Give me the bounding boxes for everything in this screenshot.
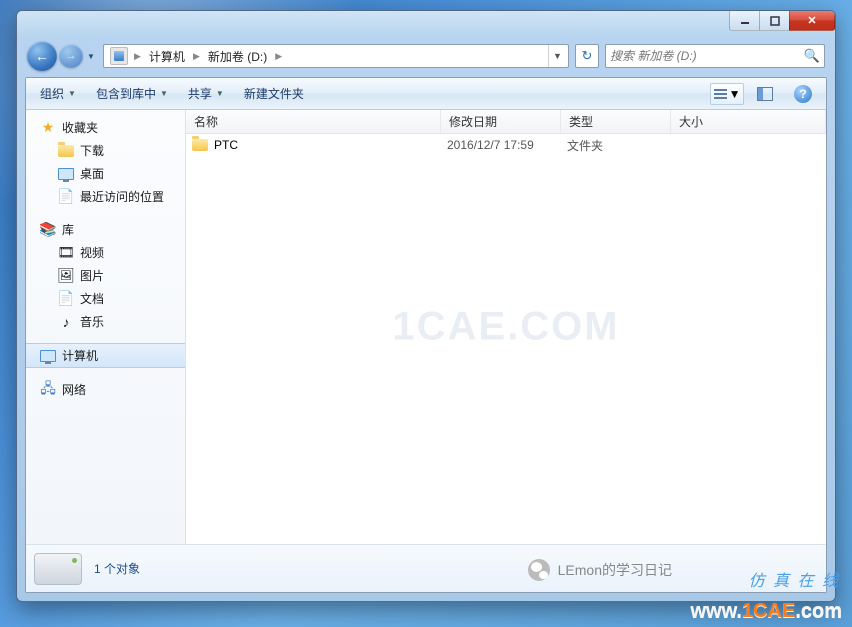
libraries-icon: 📚 — [40, 222, 56, 238]
preview-pane-icon — [757, 87, 773, 101]
content-pane: 名称 修改日期 类型 大小 PTC 2016/12/7 17:59 文件夹 1C… — [186, 110, 826, 544]
documents-label: 文档 — [80, 290, 104, 307]
sidebar-favorites[interactable]: ★ 收藏夹 — [26, 116, 185, 139]
nav-forward-button[interactable]: → — [59, 44, 83, 68]
sidebar-computer[interactable]: 计算机 — [26, 343, 185, 368]
network-icon: 🖧 — [40, 382, 56, 398]
view-list-icon — [714, 89, 727, 99]
include-label: 包含到库中 — [96, 85, 156, 102]
view-options-button[interactable]: ▼ — [710, 83, 744, 105]
search-icon[interactable]: 🔍 — [804, 48, 820, 64]
desktop-label: 桌面 — [80, 165, 104, 182]
close-button[interactable]: ✕ — [789, 11, 835, 31]
file-name: PTC — [214, 138, 238, 152]
search-input[interactable] — [610, 49, 804, 63]
pictures-label: 图片 — [80, 267, 104, 284]
column-type[interactable]: 类型 — [561, 110, 671, 133]
watermark-tag: 仿 真 在 线 — [749, 567, 840, 591]
libraries-label: 库 — [62, 221, 74, 238]
watermark-site: www.1CAE.com — [690, 600, 842, 623]
new-folder-label: 新建文件夹 — [244, 85, 304, 102]
navigation-pane[interactable]: ★收藏夹 下载 桌面 📄最近访问的位置 📚库 🎞视频 🖼图片 📄文档 ♪音乐 计… — [26, 110, 186, 544]
breadcrumb-computer[interactable]: 计算机 — [143, 45, 191, 67]
videos-icon: 🎞 — [58, 245, 74, 261]
column-headers: 名称 修改日期 类型 大小 — [186, 110, 826, 134]
drive-icon — [110, 47, 128, 65]
maximize-button[interactable] — [759, 11, 789, 31]
address-dropdown[interactable]: ▼ — [548, 45, 566, 67]
toolbar: 组织▼ 包含到库中▼ 共享▼ 新建文件夹 ▼ ? — [26, 78, 826, 110]
folder-icon — [192, 137, 208, 153]
videos-label: 视频 — [80, 244, 104, 261]
breadcrumb-drive[interactable]: 新加卷 (D:) — [202, 45, 273, 67]
sidebar-item-pictures[interactable]: 🖼 图片 — [26, 264, 185, 287]
site-www: www. — [690, 600, 741, 622]
recent-label: 最近访问的位置 — [80, 188, 164, 205]
organize-label: 组织 — [40, 85, 64, 102]
address-bar-row: ← → ▼ ▶ 计算机 ▶ 新加卷 (D:) ▶ ▼ ↻ 🔍 — [27, 41, 825, 71]
file-type: 文件夹 — [567, 137, 677, 154]
refresh-button[interactable]: ↻ — [575, 44, 599, 68]
sidebar-libraries[interactable]: 📚库 — [26, 218, 185, 241]
sidebar-network[interactable]: 🖧 网络 — [26, 378, 185, 401]
documents-icon: 📄 — [58, 291, 74, 307]
star-icon: ★ — [40, 120, 56, 136]
share-menu[interactable]: 共享▼ — [180, 82, 232, 105]
sidebar-item-videos[interactable]: 🎞 视频 — [26, 241, 185, 264]
music-icon: ♪ — [58, 314, 74, 330]
organize-menu[interactable]: 组织▼ — [32, 82, 84, 105]
details-count: 1 个对象 — [94, 560, 140, 577]
computer-icon — [40, 348, 56, 364]
help-button[interactable]: ? — [786, 83, 820, 105]
wechat-label: LEmon的学习日记 — [558, 560, 672, 580]
sidebar-item-desktop[interactable]: 桌面 — [26, 162, 185, 185]
sidebar-item-documents[interactable]: 📄 文档 — [26, 287, 185, 310]
chevron-down-icon: ▼ — [729, 87, 741, 101]
preview-pane-button[interactable] — [748, 83, 782, 105]
downloads-icon — [58, 143, 74, 159]
computer-label: 计算机 — [62, 347, 98, 364]
column-name[interactable]: 名称 — [186, 110, 441, 133]
file-modified: 2016/12/7 17:59 — [447, 138, 567, 152]
share-label: 共享 — [188, 85, 212, 102]
search-box[interactable]: 🔍 — [605, 44, 825, 68]
breadcrumb-sep-icon: ▶ — [132, 51, 143, 62]
drive-large-icon — [34, 553, 82, 585]
new-folder-button[interactable]: 新建文件夹 — [236, 82, 312, 105]
breadcrumb-sep-icon[interactable]: ▶ — [191, 51, 202, 62]
downloads-label: 下载 — [80, 142, 104, 159]
column-size[interactable]: 大小 — [671, 110, 826, 133]
nav-back-button[interactable]: ← — [27, 41, 57, 71]
list-item[interactable]: PTC 2016/12/7 17:59 文件夹 — [186, 134, 826, 156]
include-in-library-menu[interactable]: 包含到库中▼ — [88, 82, 176, 105]
site-tld: .com — [795, 600, 842, 622]
wechat-icon — [528, 559, 550, 581]
desktop-icon — [58, 166, 74, 182]
site-name: 1CAE — [742, 600, 795, 622]
sidebar-item-music[interactable]: ♪ 音乐 — [26, 310, 185, 333]
file-list[interactable]: PTC 2016/12/7 17:59 文件夹 — [186, 134, 826, 544]
network-label: 网络 — [62, 381, 86, 398]
nav-history-dropdown[interactable]: ▼ — [85, 44, 97, 68]
sidebar-item-recent[interactable]: 📄 最近访问的位置 — [26, 185, 185, 208]
breadcrumb-sep-icon[interactable]: ▶ — [273, 51, 284, 62]
favorites-label: 收藏夹 — [62, 119, 98, 136]
address-bar[interactable]: ▶ 计算机 ▶ 新加卷 (D:) ▶ ▼ — [103, 44, 569, 68]
titlebar[interactable]: ✕ — [17, 11, 835, 39]
column-modified[interactable]: 修改日期 — [441, 110, 561, 133]
recent-icon: 📄 — [58, 189, 74, 205]
sidebar-item-downloads[interactable]: 下载 — [26, 139, 185, 162]
details-pane: 1 个对象 — [26, 544, 826, 592]
pictures-icon: 🖼 — [58, 268, 74, 284]
help-icon: ? — [794, 85, 812, 103]
wechat-watermark: LEmon的学习日记 — [528, 559, 672, 581]
explorer-window: ✕ ← → ▼ ▶ 计算机 ▶ 新加卷 (D:) ▶ ▼ ↻ 🔍 组织▼ 包含到… — [16, 10, 836, 602]
minimize-button[interactable] — [729, 11, 759, 31]
music-label: 音乐 — [80, 313, 104, 330]
